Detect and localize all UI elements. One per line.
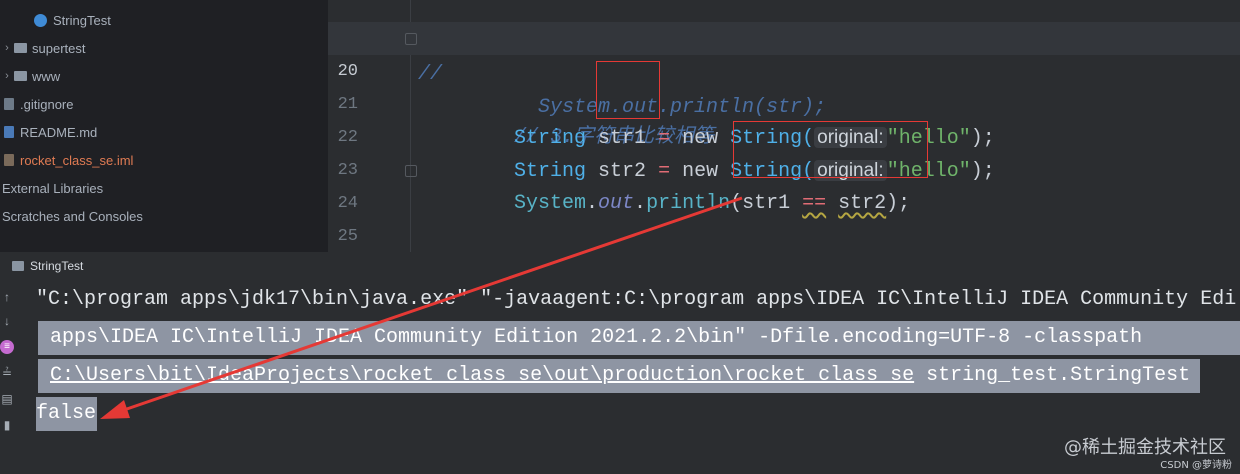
arrow-head [100,400,130,419]
watermark-sub: CSDN @萝诗粉 [1160,460,1232,471]
annotation-arrow [100,196,743,419]
arrow-shaft [117,196,743,414]
